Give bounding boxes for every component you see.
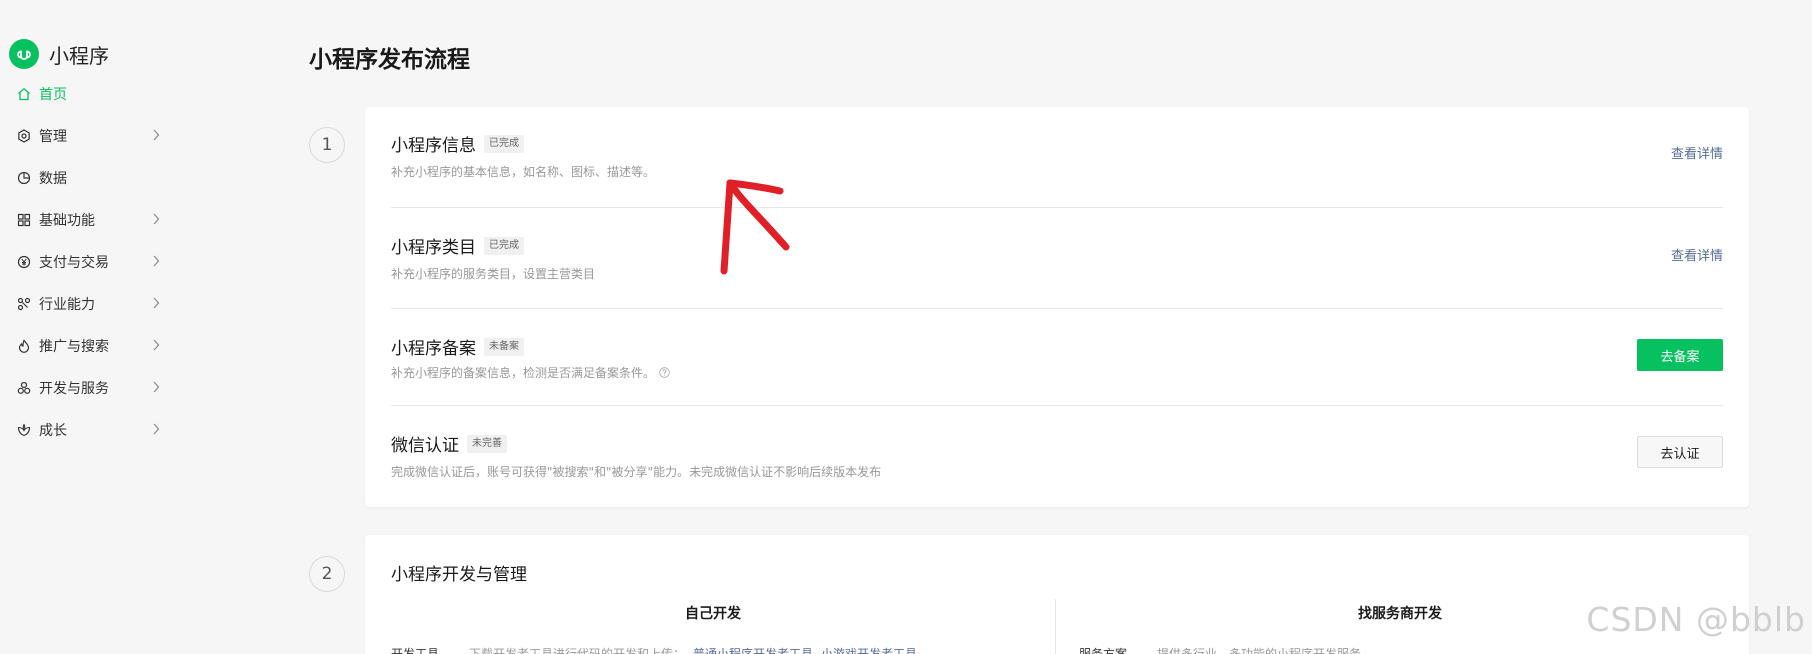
yen-icon xyxy=(16,255,31,270)
home-icon xyxy=(16,87,31,102)
sidebar-item-label: 行业能力 xyxy=(39,297,95,313)
row-description: 补充小程序的备案信息，检测是否满足备案条件。 xyxy=(391,364,670,381)
help-icon[interactable] xyxy=(659,367,670,378)
row-description: 补充小程序的服务类目，设置主营类目 xyxy=(391,267,596,281)
sidebar-item-label: 数据 xyxy=(39,171,67,187)
chevron-right-icon xyxy=(152,255,160,271)
status-badge: 未完善 xyxy=(467,434,507,453)
row-label: 开发工具 xyxy=(391,647,440,654)
chevron-right-icon xyxy=(152,213,160,229)
service-plan-row: 服务方案 提供多行业、多功能的小程序开发服务 xyxy=(1079,645,1361,654)
sidebar-item-label: 成长 xyxy=(39,423,67,439)
chevron-right-icon xyxy=(152,381,160,397)
annotation-arrow-icon xyxy=(720,179,790,275)
chart-icon xyxy=(16,171,31,186)
divider xyxy=(391,308,1723,309)
go-verify-button[interactable]: 去认证 xyxy=(1637,436,1723,468)
sidebar-item-data[interactable]: 数据 xyxy=(0,163,170,193)
dev-tools-row: 开发工具 下载开发者工具进行代码的开发和上传： 普通小程序开发者工具 小游戏开发… xyxy=(391,645,917,654)
sidebar-item-manage[interactable]: 管理 xyxy=(0,121,170,151)
self-develop-heading: 自己开发 xyxy=(685,606,741,622)
status-badge: 未备案 xyxy=(484,337,524,356)
row-title-text: 小程序类目 xyxy=(391,238,476,258)
app-logo[interactable]: 小程序 xyxy=(9,39,109,69)
sidebar-item-label: 管理 xyxy=(39,129,67,145)
chevron-right-icon xyxy=(152,129,160,145)
section-title: 小程序开发与管理 xyxy=(391,565,527,585)
row-description: 完成微信认证后，账号可获得"被搜索"和"被分享"能力。未完成微信认证不影响后续版… xyxy=(391,465,882,479)
dev-management-card: 小程序开发与管理 自己开发 找服务商开发 开发工具 下载开发者工具进行代码的开发… xyxy=(365,535,1749,654)
row-description: 下载开发者工具进行代码的开发和上传： xyxy=(469,647,686,654)
view-details-link[interactable]: 查看详情 xyxy=(1671,143,1723,162)
divider xyxy=(391,207,1723,208)
row-title: 小程序备案 未备案 xyxy=(391,334,524,359)
sidebar-item-promotion[interactable]: 推广与搜索 xyxy=(0,331,170,361)
chevron-right-icon xyxy=(152,423,160,439)
row-title-text: 小程序信息 xyxy=(391,136,476,156)
sidebar-item-growth[interactable]: 成长 xyxy=(0,415,170,445)
publish-steps-card: 小程序信息 已完成 补充小程序的基本信息，如名称、图标、描述等。 查看详情 小程… xyxy=(365,107,1749,507)
row-label: 服务方案 xyxy=(1079,647,1128,654)
sidebar-item-label: 首页 xyxy=(39,87,67,103)
sidebar-item-payment[interactable]: 支付与交易 xyxy=(0,247,170,277)
flame-icon xyxy=(16,339,31,354)
grid-icon xyxy=(16,213,31,228)
step-row-verification: 微信认证 未完善 完成微信认证后，账号可获得"被搜索"和"被分享"能力。未完成微… xyxy=(391,431,1723,491)
sidebar-item-industry[interactable]: 行业能力 xyxy=(0,289,170,319)
chevron-right-icon xyxy=(152,297,160,313)
app-name: 小程序 xyxy=(49,43,109,68)
step-row-category: 小程序类目 已完成 补充小程序的服务类目，设置主营类目 查看详情 xyxy=(391,233,1723,293)
service-provider-heading: 找服务商开发 xyxy=(1358,606,1442,622)
row-description: 提供多行业、多功能的小程序开发服务 xyxy=(1157,647,1362,654)
column-divider xyxy=(1055,599,1056,654)
regular-devtools-link[interactable]: 普通小程序开发者工具 xyxy=(693,645,813,654)
row-title: 小程序信息 已完成 xyxy=(391,131,524,156)
status-badge: 已完成 xyxy=(484,236,524,255)
step-row-info: 小程序信息 已完成 补充小程序的基本信息，如名称、图标、描述等。 查看详情 xyxy=(391,131,1723,191)
sidebar-item-label: 基础功能 xyxy=(39,213,95,229)
row-title: 小程序类目 已完成 xyxy=(391,233,524,258)
step-number-1: 1 xyxy=(309,127,345,163)
sidebar-item-home[interactable]: 首页 xyxy=(0,79,170,109)
row-title: 微信认证 未完善 xyxy=(391,431,507,456)
sidebar-item-label: 推广与搜索 xyxy=(39,339,109,355)
row-title-text: 微信认证 xyxy=(391,436,459,456)
sidebar: 小程序 首页 管理 数据 基础功能 支付与交易 行业能力 推广与搜索 开发与服务… xyxy=(0,0,190,654)
view-details-link[interactable]: 查看详情 xyxy=(1671,245,1723,264)
go-filing-button[interactable]: 去备案 xyxy=(1637,339,1723,371)
miniprogram-logo-icon xyxy=(9,39,39,69)
watermark: CSDN @bblb xyxy=(1586,600,1806,639)
page-title: 小程序发布流程 xyxy=(309,47,470,73)
step-number-2: 2 xyxy=(309,556,345,592)
row-title-text: 小程序备案 xyxy=(391,339,476,359)
leaf-icon xyxy=(16,423,31,438)
row-description-text: 补充小程序的备案信息，检测是否满足备案条件。 xyxy=(391,366,656,380)
divider xyxy=(391,405,1723,406)
cluster-icon xyxy=(16,381,31,396)
step-row-filing: 小程序备案 未备案 补充小程序的备案信息，检测是否满足备案条件。 去备案 xyxy=(391,334,1723,394)
row-description: 补充小程序的基本信息，如名称、图标、描述等。 xyxy=(391,165,656,179)
nodes-icon xyxy=(16,297,31,312)
sidebar-item-label: 支付与交易 xyxy=(39,255,109,271)
status-badge: 已完成 xyxy=(484,134,524,153)
sidebar-item-basic-features[interactable]: 基础功能 xyxy=(0,205,170,235)
sidebar-item-dev-services[interactable]: 开发与服务 xyxy=(0,373,170,403)
settings-icon xyxy=(16,129,31,144)
game-devtools-link[interactable]: 小游戏开发者工具 xyxy=(821,645,917,654)
chevron-right-icon xyxy=(152,339,160,355)
sidebar-item-label: 开发与服务 xyxy=(39,381,109,397)
